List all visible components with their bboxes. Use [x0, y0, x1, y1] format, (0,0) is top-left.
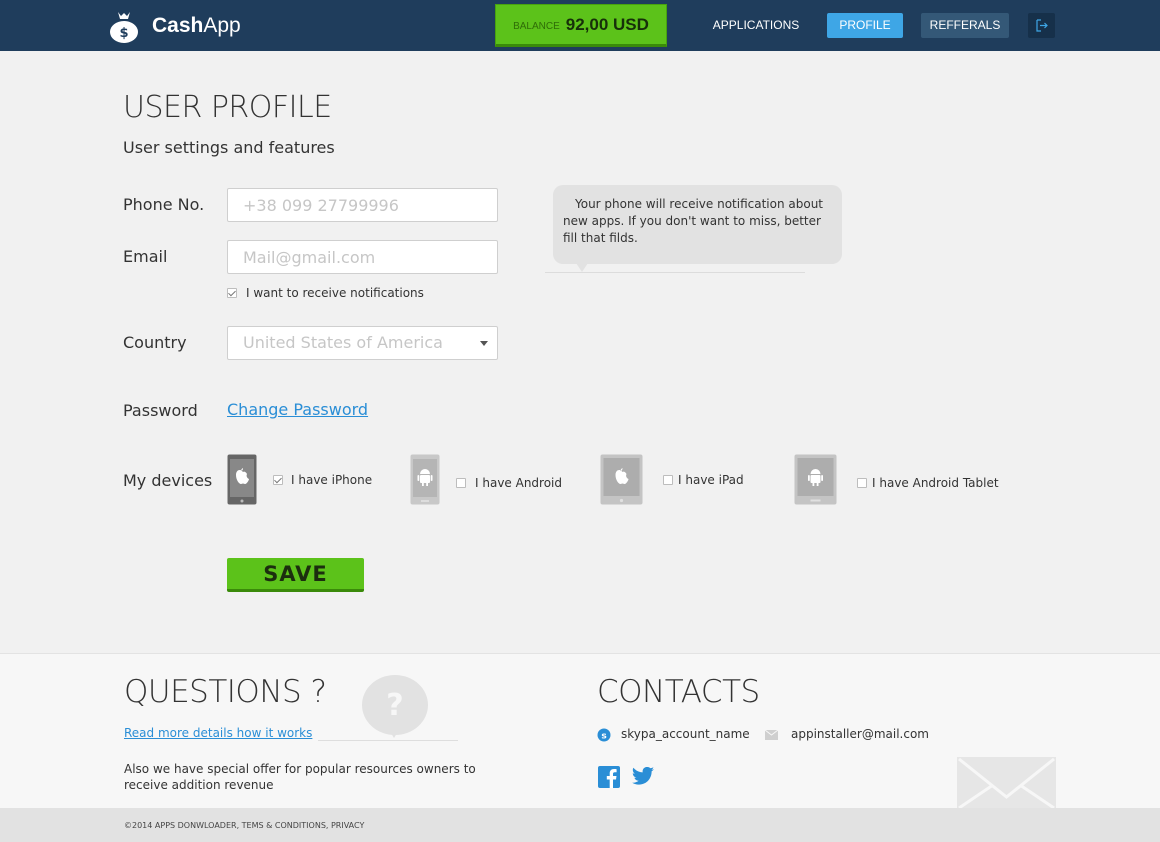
phone-label: Phone No.: [123, 195, 205, 214]
device-checkbox-android-tablet[interactable]: [857, 478, 867, 488]
apple-tablet-icon: [600, 454, 643, 505]
logo-text-bold: Cash: [152, 14, 204, 37]
country-label: Country: [123, 333, 187, 352]
country-selected-value: United States of America: [243, 333, 443, 352]
balance-value: 92,00 USD: [565, 14, 649, 34]
change-password-link[interactable]: Change Password: [227, 400, 368, 419]
phone-input[interactable]: [227, 188, 498, 222]
money-bag-icon: $: [110, 12, 138, 43]
page-subtitle: User settings and features: [123, 138, 335, 157]
tooltip-divider: [545, 272, 805, 273]
email-label: Email: [123, 247, 168, 266]
twitter-icon[interactable]: [632, 767, 654, 785]
device-label-iphone: I have iPhone: [291, 473, 373, 487]
svg-text:$: $: [119, 26, 128, 41]
questions-title: QUESTIONS ?: [124, 674, 327, 710]
device-checkbox-iphone[interactable]: [273, 475, 283, 485]
tooltip-tail: [576, 263, 588, 272]
balance-badge[interactable]: BALANCE 92,00 USD: [495, 4, 667, 47]
device-label-android-tablet: I have Android Tablet: [872, 476, 999, 490]
svg-text:s: s: [601, 732, 606, 742]
contacts-title: CONTACTS: [597, 674, 760, 710]
logo-text-regular: App: [203, 14, 241, 37]
notifications-checkbox[interactable]: [227, 288, 237, 298]
device-checkbox-android[interactable]: [456, 478, 466, 488]
envelope-decoration-icon: [957, 757, 1056, 808]
password-label: Password: [123, 401, 198, 420]
caret-down-icon: [480, 341, 488, 346]
page-title: USER PROFILE: [123, 90, 332, 125]
android-tablet-icon: [794, 454, 837, 505]
device-label-android: I have Android: [475, 476, 563, 490]
mail-icon: [765, 730, 778, 740]
devices-label: My devices: [123, 471, 213, 490]
apple-phone-icon: [227, 454, 257, 505]
copyright-text[interactable]: ©2014 APPS DONWLOADER, TEMS & CONDITIONS…: [124, 821, 364, 830]
email-input[interactable]: [227, 240, 498, 274]
country-select[interactable]: United States of America: [227, 326, 498, 360]
question-bubble-tail: [388, 728, 400, 738]
skype-icon: s: [597, 728, 611, 742]
facebook-icon[interactable]: [598, 766, 620, 788]
logout-icon: [1035, 19, 1048, 32]
question-mark-icon: ?: [386, 688, 404, 723]
questions-divider: [318, 740, 458, 741]
android-phone-icon: [410, 454, 440, 505]
skype-account[interactable]: skypa_account_name: [621, 727, 750, 741]
contact-email[interactable]: appinstaller@mail.com: [791, 727, 929, 741]
device-checkbox-ipad[interactable]: [663, 475, 673, 485]
notifications-label: I want to receive notifications: [246, 286, 424, 300]
logout-button[interactable]: [1028, 13, 1055, 38]
save-button[interactable]: SAVE: [227, 558, 364, 592]
logo[interactable]: $ CashApp: [106, 8, 241, 44]
nav-profile[interactable]: PROFILE: [827, 13, 903, 38]
read-more-link[interactable]: Read more details how it works: [124, 726, 312, 740]
questions-text: Also we have special offer for popular r…: [124, 762, 476, 792]
nav-referrals[interactable]: REFFERALS: [921, 13, 1009, 38]
device-label-ipad: I have iPad: [678, 473, 744, 487]
phone-tooltip: Your phone will receive notification abo…: [553, 185, 842, 264]
balance-label: BALANCE: [513, 21, 560, 32]
nav-applications[interactable]: APPLICATIONS: [703, 13, 809, 38]
